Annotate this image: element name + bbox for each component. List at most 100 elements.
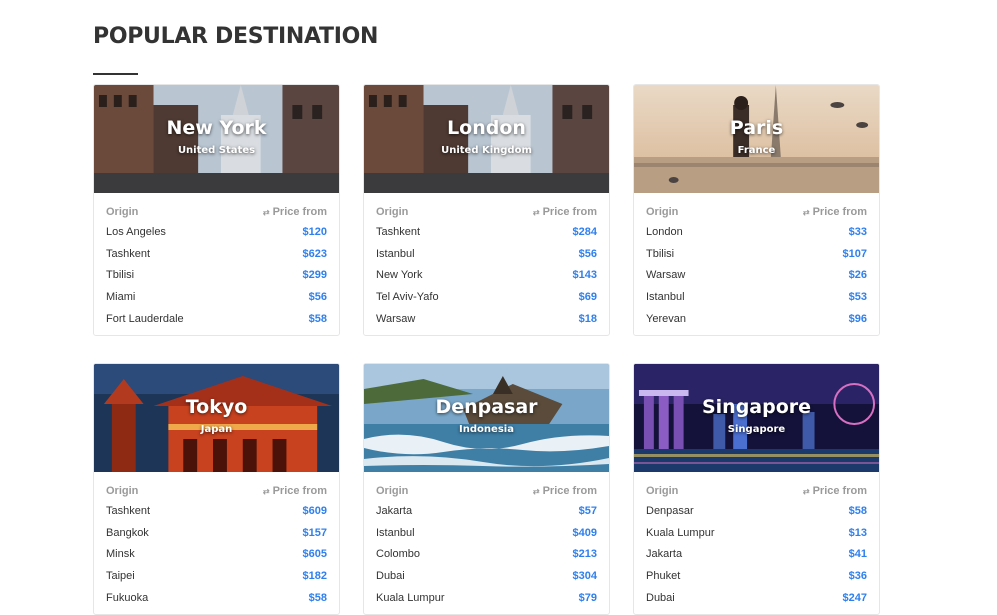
table-row[interactable]: Fort Lauderdale $58	[106, 308, 327, 330]
destination-country: United States	[177, 145, 256, 156]
price-value[interactable]: $26	[849, 269, 867, 281]
price-value[interactable]: $157	[303, 527, 327, 539]
destination-image[interactable]: Tokyo Japan	[94, 364, 339, 472]
destinations-grid: New York United States Origin ⇄ Price fro…	[93, 84, 880, 615]
price-value[interactable]: $247	[843, 592, 867, 604]
swap-arrows-icon: ⇄	[262, 486, 270, 496]
price-column-label: Price from	[542, 485, 597, 497]
price-value[interactable]: $299	[303, 269, 327, 281]
price-table: Origin ⇄ Price from London $33 Tbilisi $107…	[634, 193, 879, 330]
price-value[interactable]: $41	[849, 548, 867, 560]
price-value[interactable]: $57	[579, 505, 597, 517]
price-value[interactable]: $13	[849, 527, 867, 539]
destination-card: Denpasar Indonesia Origin ⇄ Price from Ja…	[363, 363, 610, 615]
price-value[interactable]: $609	[303, 505, 327, 517]
price-value[interactable]: $79	[579, 592, 597, 604]
origin-column-header: Origin	[376, 485, 409, 497]
price-table: Origin ⇄ Price from Tashkent $284 Istanbul…	[364, 193, 609, 330]
origin-city: Colombo	[376, 548, 421, 561]
destination-city: Singapore	[701, 396, 812, 418]
price-value[interactable]: $53	[849, 291, 867, 303]
table-row[interactable]: Istanbul $53	[646, 286, 867, 308]
origin-city: Yerevan	[646, 313, 686, 326]
price-value[interactable]: $56	[579, 248, 597, 260]
price-column-label: Price from	[272, 206, 327, 218]
destination-city: London	[447, 117, 526, 139]
price-value[interactable]: $623	[303, 248, 327, 260]
table-row[interactable]: New York $143	[376, 265, 597, 287]
price-value[interactable]: $107	[843, 248, 867, 260]
table-row[interactable]: Yerevan $96	[646, 308, 867, 330]
table-row[interactable]: Tashkent $609	[106, 500, 327, 522]
table-row[interactable]: Phuket $36	[646, 565, 867, 587]
table-row[interactable]: Tbilisi $299	[106, 265, 327, 287]
price-value[interactable]: $213	[573, 548, 597, 560]
origin-city: Istanbul	[646, 291, 685, 304]
price-column-header: ⇄ Price from	[803, 206, 867, 218]
destination-city: Paris	[729, 117, 784, 139]
table-row[interactable]: Tel Aviv-Yafo $69	[376, 286, 597, 308]
destination-image[interactable]: Denpasar Indonesia	[364, 364, 609, 472]
table-row[interactable]: Taipei $182	[106, 565, 327, 587]
title-underline	[93, 73, 138, 75]
price-value[interactable]: $58	[849, 505, 867, 517]
price-value[interactable]: $56	[309, 291, 327, 303]
table-row[interactable]: Kuala Lumpur $79	[376, 587, 597, 609]
price-table-header: Origin ⇄ Price from	[106, 482, 327, 500]
destination-image[interactable]: London United Kingdom	[364, 85, 609, 193]
destination-image[interactable]: Singapore Singapore	[634, 364, 879, 472]
origin-city: Tashkent	[106, 504, 151, 517]
table-row[interactable]: Dubai $247	[646, 587, 867, 609]
table-row[interactable]: Denpasar $58	[646, 500, 867, 522]
price-value[interactable]: $304	[573, 570, 597, 582]
price-value[interactable]: $96	[849, 313, 867, 325]
table-row[interactable]: Kuala Lumpur $13	[646, 522, 867, 544]
table-row[interactable]: Tashkent $623	[106, 243, 327, 265]
price-value[interactable]: $58	[309, 592, 327, 604]
price-table-header: Origin ⇄ Price from	[376, 203, 597, 221]
page-title: POPULAR DESTINATION	[93, 24, 379, 49]
origin-column-header: Origin	[106, 485, 139, 497]
destination-image[interactable]: Paris France	[634, 85, 879, 193]
price-value[interactable]: $58	[309, 313, 327, 325]
destination-city: Denpasar	[435, 396, 538, 418]
price-value[interactable]: $409	[573, 527, 597, 539]
table-row[interactable]: Bangkok $157	[106, 522, 327, 544]
origin-city: Denpasar	[646, 504, 694, 517]
price-value[interactable]: $143	[573, 269, 597, 281]
table-row[interactable]: Warsaw $18	[376, 308, 597, 330]
destination-country: Indonesia	[459, 424, 514, 435]
table-row[interactable]: Warsaw $26	[646, 265, 867, 287]
price-value[interactable]: $33	[849, 226, 867, 238]
table-row[interactable]: Tashkent $284	[376, 221, 597, 243]
table-row[interactable]: Tbilisi $107	[646, 243, 867, 265]
city-coast-image	[364, 364, 609, 472]
table-row[interactable]: Fukuoka $58	[106, 587, 327, 609]
table-row[interactable]: Dubai $304	[376, 565, 597, 587]
table-row[interactable]: Istanbul $409	[376, 522, 597, 544]
price-column-label: Price from	[812, 206, 867, 218]
price-value[interactable]: $18	[579, 313, 597, 325]
table-row[interactable]: Miami $56	[106, 286, 327, 308]
origin-column-header: Origin	[376, 206, 409, 218]
city-night-image	[634, 364, 879, 472]
origin-city: Tel Aviv-Yafo	[376, 291, 439, 304]
price-value[interactable]: $182	[303, 570, 327, 582]
price-value[interactable]: $120	[303, 226, 327, 238]
origin-city: Tbilisi	[106, 269, 135, 282]
table-row[interactable]: Jakarta $41	[646, 544, 867, 566]
destination-image[interactable]: New York United States	[94, 85, 339, 193]
table-row[interactable]: Jakarta $57	[376, 500, 597, 522]
table-row[interactable]: Colombo $213	[376, 544, 597, 566]
table-row[interactable]: London $33	[646, 221, 867, 243]
table-row[interactable]: Los Angeles $120	[106, 221, 327, 243]
price-column-header: ⇄ Price from	[263, 485, 327, 497]
table-row[interactable]: Istanbul $56	[376, 243, 597, 265]
origin-city: Istanbul	[376, 526, 415, 539]
table-row[interactable]: Minsk $605	[106, 544, 327, 566]
price-value[interactable]: $605	[303, 548, 327, 560]
swap-arrows-icon: ⇄	[532, 486, 540, 496]
price-value[interactable]: $69	[579, 291, 597, 303]
price-value[interactable]: $36	[849, 570, 867, 582]
price-value[interactable]: $284	[573, 226, 597, 238]
